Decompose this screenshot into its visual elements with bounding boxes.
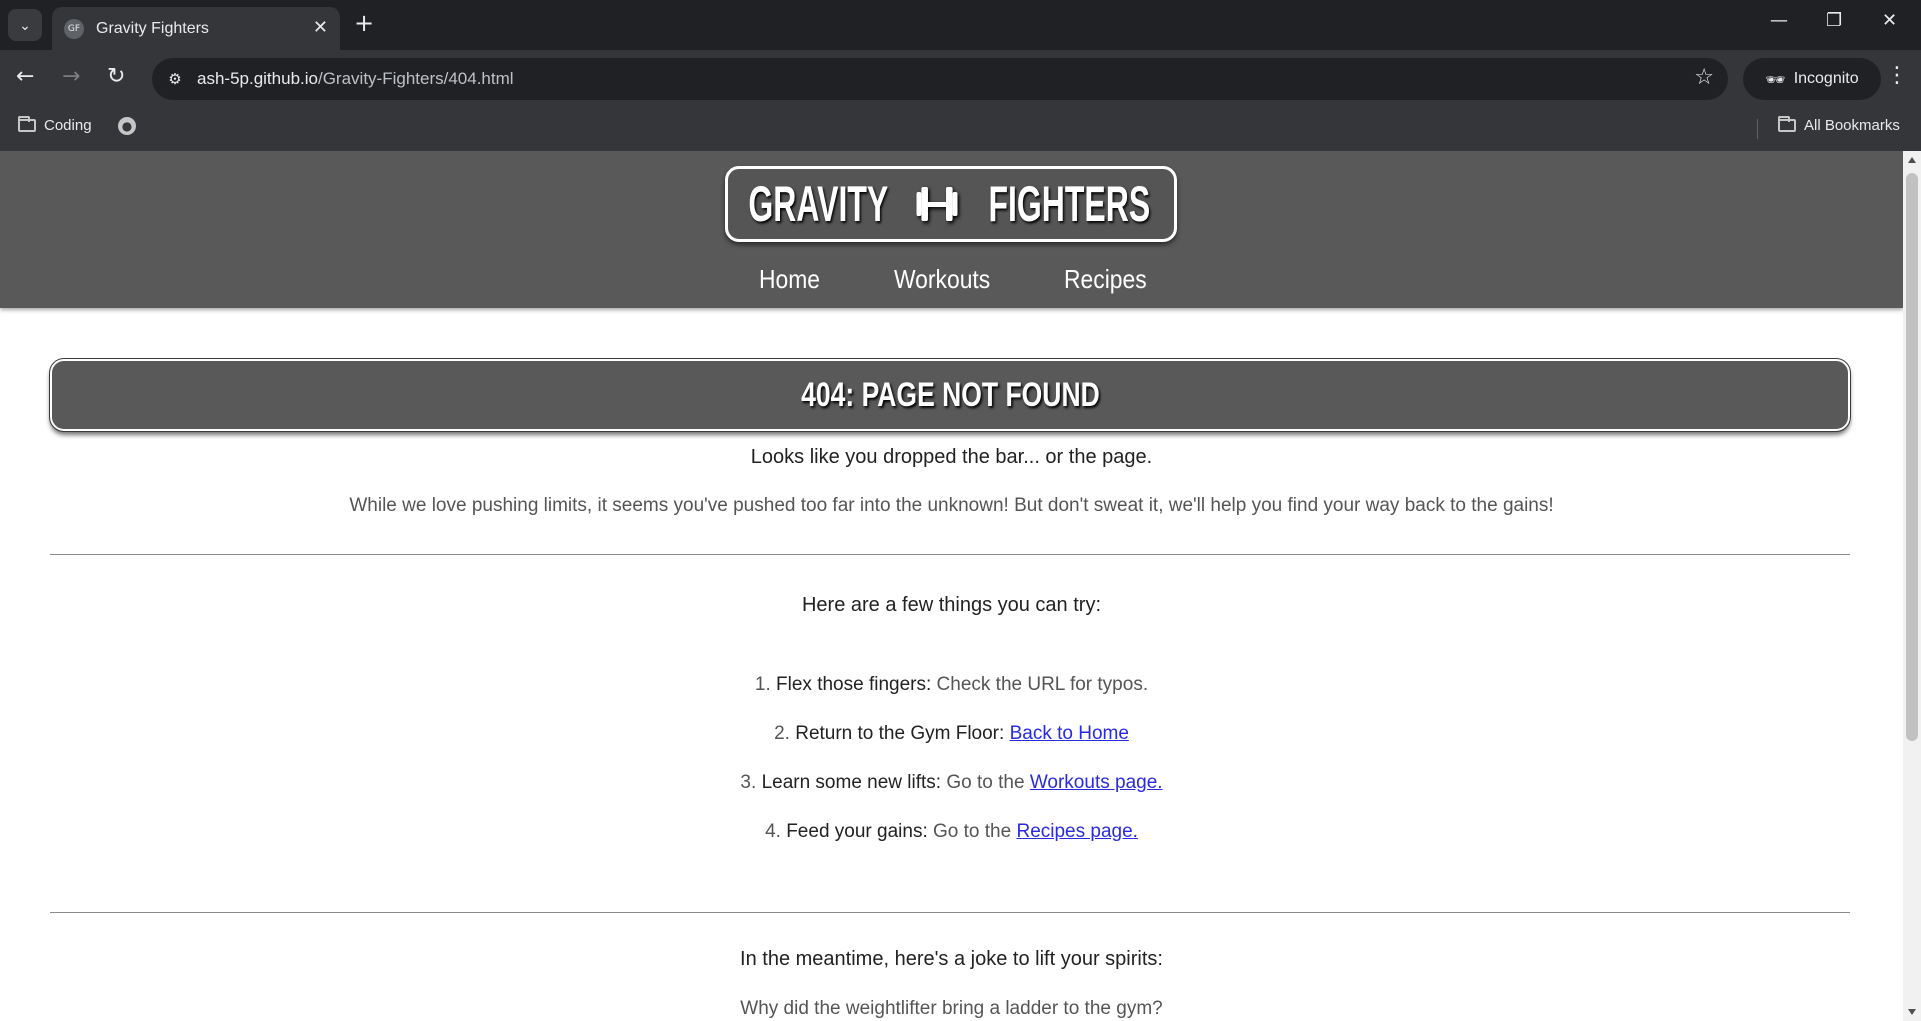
site-nav: Home Workouts Recipes: [0, 264, 1903, 300]
restore-icon[interactable]: ❐: [1826, 10, 1842, 31]
workouts-page-link[interactable]: Workouts page.: [1030, 772, 1163, 793]
list-text: Go to the: [927, 821, 1017, 842]
lead-text: Looks like you dropped the bar... or the…: [750, 446, 1153, 468]
menu-icon[interactable]: ⋮: [1886, 63, 1908, 88]
bookmark-star-icon[interactable]: ☆: [1694, 65, 1714, 90]
logo-text-left: GRAVITY: [748, 176, 889, 232]
close-window-icon[interactable]: ✕: [1882, 10, 1897, 31]
all-bookmarks-button[interactable]: All Bookmarks: [1778, 116, 1900, 134]
list-text: Go to the: [941, 772, 1030, 793]
address-bar[interactable]: ⚙ ash-5p.github.io/Gravity-Fighters/404.…: [152, 58, 1728, 100]
all-bookmarks-label: All Bookmarks: [1804, 117, 1900, 134]
tab-strip: ⌄ GF Gravity Fighters ✕ + — ❐ ✕: [0, 0, 1921, 50]
reload-icon[interactable]: ↻: [107, 64, 125, 89]
new-tab-icon[interactable]: +: [354, 9, 374, 37]
list-number: 3.: [740, 772, 757, 793]
site-header: GRAVITY FIGHTERS Home Workouts Recipes: [0, 151, 1903, 308]
tab-title: Gravity Fighters: [96, 20, 209, 37]
logo-text-right: FIGHTERS: [988, 176, 1151, 232]
url-host: ash-5p.github.io: [197, 69, 318, 88]
url-text[interactable]: ash-5p.github.io/Gravity-Fighters/404.ht…: [197, 69, 514, 89]
folder-icon: [18, 116, 36, 132]
page-title: 404: PAGE NOT FOUND: [800, 375, 1100, 414]
joke-heading: In the meantime, here's a joke to lift y…: [740, 948, 1163, 970]
list-item: 1. Flex those fingers: Check the URL for…: [0, 674, 1903, 696]
nav-home[interactable]: Home: [759, 264, 820, 295]
list-number: 1.: [754, 674, 771, 695]
page-scrollbar[interactable]: [1903, 151, 1921, 1021]
nav-recipes[interactable]: Recipes: [1064, 264, 1147, 295]
incognito-label: Incognito: [1793, 70, 1859, 87]
list-strong: Feed your gains:: [786, 821, 928, 842]
url-path: /Gravity-Fighters/404.html: [317, 69, 514, 88]
bookmarks-bar: Coding ● All Bookmarks: [0, 107, 1921, 151]
back-icon[interactable]: ←: [16, 64, 34, 89]
site-info-icon[interactable]: ⚙: [162, 66, 188, 92]
list-strong: Learn some new lifts:: [761, 772, 942, 793]
bookmark-folder-coding[interactable]: Coding: [18, 116, 92, 134]
nav-workouts[interactable]: Workouts: [894, 264, 990, 295]
bookmarks-divider: [1757, 119, 1758, 139]
favicon-icon: GF: [64, 19, 84, 39]
globe-icon: ●: [118, 117, 136, 135]
incognito-badge[interactable]: 🕶 Incognito: [1743, 58, 1881, 100]
body-text: While we love pushing limits, it seems y…: [349, 495, 1554, 516]
try-heading: Here are a few things you can try:: [801, 594, 1102, 616]
list-strong: Return to the Gym Floor:: [795, 723, 1005, 744]
bookmark-label: Coding: [44, 117, 92, 134]
error-banner: 404: PAGE NOT FOUND: [49, 358, 1851, 432]
list-text: Check the URL for typos.: [931, 674, 1149, 695]
joke-question: Why did the weightlifter bring a ladder …: [740, 998, 1163, 1019]
bookmark-globe[interactable]: ●: [118, 117, 136, 135]
tab-search-icon[interactable]: ⌄: [8, 9, 42, 41]
incognito-icon: 🕶: [1765, 69, 1786, 89]
list-item: 4. Feed your gains: Go to the Recipes pa…: [0, 821, 1903, 843]
scroll-thumb[interactable]: [1906, 173, 1918, 741]
list-item: 2. Return to the Gym Floor: Back to Home: [0, 723, 1903, 745]
list-number: 2.: [774, 723, 790, 744]
site-logo[interactable]: GRAVITY FIGHTERS: [725, 166, 1177, 242]
divider: [50, 554, 1850, 555]
minimize-icon[interactable]: —: [1770, 10, 1788, 31]
scroll-down-icon[interactable]: [1908, 1009, 1916, 1015]
recipes-page-link[interactable]: Recipes page.: [1016, 821, 1137, 842]
divider: [50, 912, 1850, 913]
folder-icon: [1778, 116, 1796, 132]
list-strong: Flex those fingers:: [776, 674, 932, 695]
forward-icon[interactable]: →: [62, 64, 80, 89]
dumbbell-icon: [916, 187, 958, 221]
active-tab[interactable]: GF Gravity Fighters ✕: [52, 7, 340, 50]
browser-toolbar: ← → ↻ ⚙ ash-5p.github.io/Gravity-Fighter…: [0, 50, 1921, 107]
close-tab-icon[interactable]: ✕: [313, 17, 328, 38]
list-number: 4.: [765, 821, 781, 842]
page-viewport: GRAVITY FIGHTERS Home Workouts Recipes 4…: [0, 151, 1903, 1021]
back-to-home-link[interactable]: Back to Home: [1010, 723, 1129, 744]
list-item: 3. Learn some new lifts: Go to the Worko…: [0, 772, 1903, 794]
scroll-up-icon[interactable]: [1908, 157, 1916, 163]
